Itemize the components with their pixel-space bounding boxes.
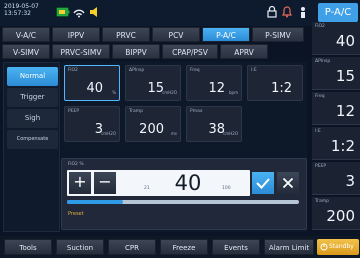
editor-label: FiO2 %: [68, 162, 84, 167]
param-pinsp[interactable]: ΔPInsp 15 cmH2O: [125, 65, 181, 101]
bell-icon: [282, 6, 292, 18]
editor-max: 100: [222, 186, 231, 191]
param-unit: bpm: [229, 90, 238, 95]
param-fio2[interactable]: FiO2 40 %: [64, 65, 120, 101]
monitor-peep: PEEP 3: [312, 162, 360, 195]
monitor-column: FiO2 40 ΔPInsp 15 Freq 12 I:E 1:2 PEEP 3…: [312, 22, 360, 234]
tab-sigh[interactable]: Sigh: [7, 109, 58, 128]
monitor-pinsp: ΔPInsp 15: [312, 57, 360, 90]
mode-cpap-psv-button[interactable]: CPAP/PSV: [162, 44, 218, 59]
param-label: PEEP: [68, 109, 80, 114]
cpr-button[interactable]: CPR: [108, 239, 156, 255]
bottom-toolbar: Tools Suction CPR Freeze Events Alarm Li…: [0, 236, 360, 258]
param-peep[interactable]: PEEP 3 cmH2O: [64, 106, 120, 142]
param-value: 200: [139, 122, 164, 137]
monitor-label: PEEP: [315, 164, 327, 169]
standby-label: Standby: [329, 243, 354, 250]
mode-p-simv-button[interactable]: P-SIMV: [252, 27, 304, 42]
monitor-value: 12: [335, 102, 355, 120]
lock-icon: [267, 5, 277, 18]
events-button[interactable]: Events: [212, 239, 260, 255]
mode-aprv-button[interactable]: APRV: [220, 44, 268, 59]
param-ie[interactable]: I:E 1:2: [247, 65, 303, 101]
monitor-label: Freq: [315, 94, 325, 99]
param-label: Pmax: [190, 109, 203, 114]
parameter-panel: FiO2 40 % ΔPInsp 15 cmH2O Freq 12 bpm I:…: [61, 62, 307, 232]
editor-hint: Preset: [68, 211, 84, 217]
monitor-ie: I:E 1:2: [312, 127, 360, 160]
freeze-button[interactable]: Freeze: [160, 239, 208, 255]
param-unit: cmH2O: [101, 131, 116, 136]
param-value: 1:2: [271, 81, 292, 96]
status-bar: 2019-05-07 13:57:32 P-A/C: [0, 0, 360, 26]
param-unit: cmH2O: [223, 131, 238, 136]
mode-bippv-button[interactable]: BIPPV: [112, 44, 160, 59]
cancel-button[interactable]: [277, 172, 299, 194]
tab-trigger[interactable]: Trigger: [7, 88, 58, 107]
tools-button[interactable]: Tools: [4, 239, 52, 255]
param-tramp[interactable]: Tramp 200 ms: [125, 106, 181, 142]
value-slider[interactable]: [67, 200, 299, 204]
monitor-label: ΔPInsp: [315, 59, 331, 64]
confirm-button[interactable]: [252, 172, 274, 194]
param-label: Freq: [190, 68, 200, 73]
mode-prvc-button[interactable]: PRVC: [102, 27, 150, 42]
param-unit: ms: [171, 131, 177, 136]
monitor-value: 40: [335, 32, 355, 50]
monitor-value: 1:2: [330, 137, 355, 155]
mode-v-ac-button[interactable]: V-A/C: [2, 27, 50, 42]
check-icon: [256, 178, 270, 189]
mode-prvc-simv-button[interactable]: PRVC-SIMV: [52, 44, 110, 59]
tab-normal[interactable]: Normal: [7, 67, 58, 86]
power-icon: [320, 243, 328, 251]
param-pmax[interactable]: Pmax 38 cmH2O: [186, 106, 242, 142]
monitor-freq: Freq 12: [312, 92, 360, 125]
monitor-label: FiO2: [315, 24, 325, 29]
param-unit: cmH2O: [162, 90, 177, 95]
person-icon: [301, 7, 305, 18]
wifi-icon: [73, 9, 85, 18]
monitor-label: Tramp: [315, 199, 329, 204]
decrement-button[interactable]: −: [94, 172, 116, 194]
mode-selector: V-A/C IPPV PRVC PCV P-A/C P-SIMV V-SIMV …: [2, 27, 307, 61]
mode-v-simv-button[interactable]: V-SIMV: [2, 44, 50, 59]
param-label: FiO2: [68, 68, 78, 73]
param-value: 12: [208, 81, 225, 96]
mode-ippv-button[interactable]: IPPV: [52, 27, 100, 42]
sound-icon: [90, 7, 97, 17]
value-editor: FiO2 % + − 21 40 100 Preset: [61, 158, 307, 230]
date-text: 2019-05-07: [4, 3, 39, 10]
param-unit: %: [112, 90, 116, 95]
battery-icon: [56, 7, 70, 17]
settings-tabs: Normal Trigger Sigh Compensate: [3, 62, 60, 232]
increment-button[interactable]: +: [69, 172, 91, 194]
monitor-value: 15: [335, 67, 355, 85]
param-label: I:E: [251, 68, 257, 73]
monitor-value: 3: [345, 172, 355, 190]
close-icon: [282, 177, 294, 189]
monitor-fio2: FiO2 40: [312, 22, 360, 55]
param-label: ΔPInsp: [129, 68, 145, 73]
alarm-limit-button[interactable]: Alarm Limit: [264, 239, 314, 255]
tab-compensate[interactable]: Compensate: [7, 130, 58, 149]
param-value: 40: [86, 81, 103, 96]
slider-fill: [67, 200, 123, 204]
suction-button[interactable]: Suction: [56, 239, 104, 255]
mode-pcv-button[interactable]: PCV: [152, 27, 200, 42]
mode-p-ac-button[interactable]: P-A/C: [202, 27, 250, 42]
editor-value: 40: [174, 171, 202, 195]
standby-button[interactable]: Standby: [317, 239, 359, 255]
param-freq[interactable]: Freq 12 bpm: [186, 65, 242, 101]
monitor-tramp: Tramp 200: [312, 197, 360, 230]
time-text: 13:57:32: [4, 10, 31, 17]
param-label: Tramp: [129, 109, 143, 114]
monitor-value: 200: [326, 207, 355, 225]
datetime: 2019-05-07 13:57:32: [4, 3, 39, 17]
editor-min: 21: [144, 186, 150, 191]
current-mode-badge: P-A/C: [318, 3, 358, 22]
monitor-label: I:E: [315, 129, 321, 134]
